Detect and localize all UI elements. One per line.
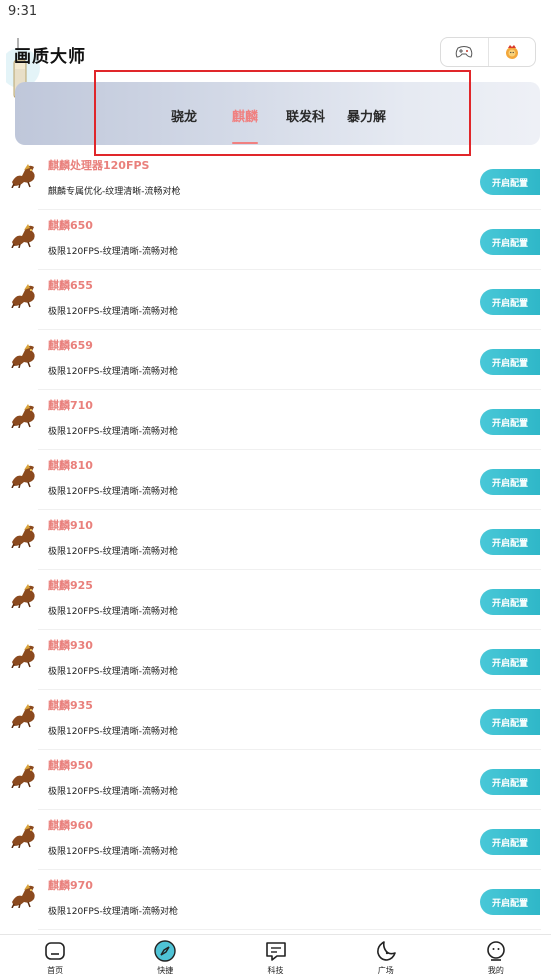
item-name: 麒麟950 — [48, 759, 93, 772]
home-icon — [45, 942, 65, 960]
item-description: 极限120FPS-纹理清晰-流畅对枪 — [48, 727, 178, 737]
game-controller-button[interactable] — [441, 38, 488, 66]
lion-mascot-button[interactable] — [487, 38, 536, 66]
kirin-dragon-icon — [11, 224, 35, 248]
item-description: 极限120FPS-纹理清晰-流畅对枪 — [48, 667, 178, 677]
nav-home-label: 首页 — [47, 966, 64, 975]
enable-config-button[interactable]: 开启配置 — [480, 589, 540, 615]
item-name: 麒麟655 — [48, 279, 93, 292]
item-name: 麒麟925 — [48, 579, 93, 592]
item-description: 极限120FPS-纹理清晰-流畅对枪 — [48, 787, 178, 797]
nav-shortcuts[interactable]: 快捷 — [110, 935, 220, 980]
enable-config-button[interactable]: 开启配置 — [480, 409, 540, 435]
row-divider — [38, 929, 541, 930]
enable-config-button[interactable]: 开启配置 — [480, 469, 540, 495]
list-item: 麒麟710 极限120FPS-纹理清晰-流畅对枪 开启配置 — [0, 390, 551, 450]
enable-config-button[interactable]: 开启配置 — [480, 529, 540, 555]
item-name: 麒麟710 — [48, 399, 93, 412]
kirin-dragon-icon — [11, 404, 35, 428]
lion-mascot-icon — [505, 45, 518, 59]
kirin-dragon-icon — [11, 644, 35, 668]
list-item: 麒麟930 极限120FPS-纹理清晰-流畅对枪 开启配置 — [0, 630, 551, 690]
list-item: 麒麟925 极限120FPS-纹理清晰-流畅对枪 开启配置 — [0, 570, 551, 630]
list-item: 麒麟810 极限120FPS-纹理清晰-流畅对枪 开启配置 — [0, 450, 551, 510]
bottom-nav: 首页 快捷 科技 广场 我的 — [0, 934, 551, 980]
profile-icon — [487, 941, 505, 961]
enable-config-button[interactable]: 开启配置 — [480, 709, 540, 735]
list-item: 麒麟960 极限120FPS-纹理清晰-流畅对枪 开启配置 — [0, 810, 551, 870]
list-item: 麒麟处理器120FPS 麒麟专属优化-纹理清晰-流畅对枪 开启配置 — [0, 150, 551, 210]
item-description: 麒麟专属优化-纹理清晰-流畅对枪 — [48, 187, 181, 197]
item-name: 麒麟930 — [48, 639, 93, 652]
nav-square[interactable]: 广场 — [331, 935, 441, 980]
nav-tech-label: 科技 — [267, 966, 284, 975]
item-name: 麒麟处理器120FPS — [48, 159, 150, 172]
list-item: 麒麟655 极限120FPS-纹理清晰-流畅对枪 开启配置 — [0, 270, 551, 330]
item-description: 极限120FPS-纹理清晰-流畅对枪 — [48, 847, 178, 857]
enable-config-button[interactable]: 开启配置 — [480, 829, 540, 855]
item-name: 麒麟910 — [48, 519, 93, 532]
message-icon — [265, 942, 286, 961]
item-description: 极限120FPS-纹理清晰-流畅对枪 — [48, 907, 178, 917]
list-item: 麒麟910 极限120FPS-纹理清晰-流畅对枪 开启配置 — [0, 510, 551, 570]
nav-profile[interactable]: 我的 — [441, 935, 551, 980]
nav-tech[interactable]: 科技 — [220, 935, 330, 980]
header-icon-group — [440, 37, 536, 67]
game-controller-icon — [455, 46, 473, 58]
item-description: 极限120FPS-纹理清晰-流畅对枪 — [48, 247, 178, 257]
item-description: 极限120FPS-纹理清晰-流畅对枪 — [48, 367, 178, 377]
kirin-dragon-icon — [11, 884, 35, 908]
item-description: 极限120FPS-纹理清晰-流畅对枪 — [48, 427, 178, 437]
list-item: 麒麟650 极限120FPS-纹理清晰-流畅对枪 开启配置 — [0, 210, 551, 270]
list-item: 麒麟659 极限120FPS-纹理清晰-流畅对枪 开启配置 — [0, 330, 551, 390]
enable-config-button[interactable]: 开启配置 — [480, 649, 540, 675]
enable-config-button[interactable]: 开启配置 — [480, 169, 540, 195]
enable-config-button[interactable]: 开启配置 — [480, 349, 540, 375]
compass-icon — [154, 940, 176, 962]
kirin-dragon-icon — [11, 284, 35, 308]
kirin-dragon-icon — [11, 824, 35, 848]
nav-square-label: 广场 — [377, 966, 394, 975]
item-description: 极限120FPS-纹理清晰-流畅对枪 — [48, 487, 178, 497]
moon-icon — [376, 941, 396, 961]
enable-config-button[interactable]: 开启配置 — [480, 769, 540, 795]
kirin-dragon-icon — [11, 164, 35, 188]
item-description: 极限120FPS-纹理清晰-流畅对枪 — [48, 547, 178, 557]
kirin-dragon-icon — [11, 524, 35, 548]
highlight-annotation-box — [94, 70, 471, 156]
item-name: 麒麟810 — [48, 459, 93, 472]
status-time: 9:31 — [8, 4, 38, 19]
list-item: 麒麟970 极限120FPS-纹理清晰-流畅对枪 开启配置 — [0, 870, 551, 930]
nav-shortcuts-label: 快捷 — [157, 966, 174, 975]
item-name: 麒麟960 — [48, 819, 93, 832]
enable-config-button[interactable]: 开启配置 — [480, 889, 540, 915]
kirin-dragon-icon — [11, 344, 35, 368]
list-item: 麒麟935 极限120FPS-纹理清晰-流畅对枪 开启配置 — [0, 690, 551, 750]
item-description: 极限120FPS-纹理清晰-流畅对枪 — [48, 307, 178, 317]
item-name: 麒麟650 — [48, 219, 93, 232]
kirin-dragon-icon — [11, 764, 35, 788]
app-title: 画质大师 — [14, 47, 86, 67]
kirin-dragon-icon — [11, 584, 35, 608]
enable-config-button[interactable]: 开启配置 — [480, 289, 540, 315]
list-item: 麒麟950 极限120FPS-纹理清晰-流畅对枪 开启配置 — [0, 750, 551, 810]
kirin-dragon-icon — [11, 704, 35, 728]
nav-profile-label: 我的 — [487, 966, 504, 975]
nav-home[interactable]: 首页 — [0, 935, 110, 980]
item-description: 极限120FPS-纹理清晰-流畅对枪 — [48, 607, 178, 617]
status-bar: 9:31 — [0, 0, 551, 24]
kirin-dragon-icon — [11, 464, 35, 488]
item-name: 麒麟970 — [48, 879, 93, 892]
item-name: 麒麟935 — [48, 699, 93, 712]
enable-config-button[interactable]: 开启配置 — [480, 229, 540, 255]
item-name: 麒麟659 — [48, 339, 93, 352]
